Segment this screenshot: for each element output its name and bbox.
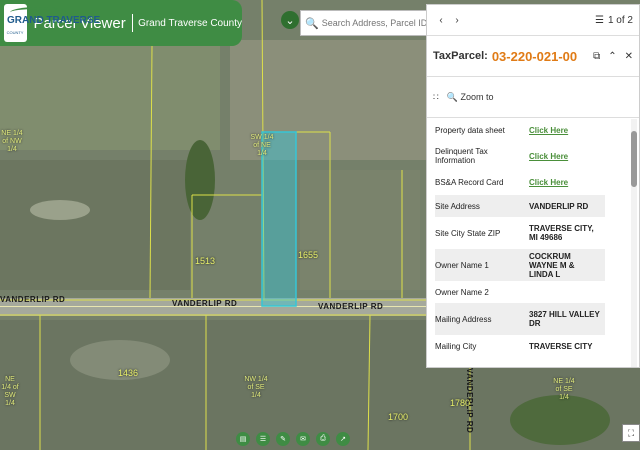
property-data-link[interactable]: Click Here [529, 126, 568, 135]
popup-panel: ‹ › ☰ 1 of 2 TaxParcel: 03-220-021-00 ⧉ … [426, 4, 640, 368]
attribute-row: Site City State ZIP TRAVERSE CITY, MI 49… [427, 217, 635, 249]
popup-content[interactable]: Property data sheet Click Here Delinquen… [427, 117, 635, 367]
popup-title-label: TaxParcel: [433, 50, 488, 62]
email-icon[interactable]: ✉ [296, 432, 310, 446]
attribute-row: Site Address VANDERLIP RD [427, 195, 635, 217]
attribute-key: Property data sheet [435, 125, 505, 135]
quarter-section-label: NE 1/4 of SW 1/4 [1, 376, 19, 407]
search-box: 🔍 [300, 10, 430, 36]
feature-pager: 1 of 2 [607, 14, 633, 26]
address-label: 1780 [450, 398, 471, 408]
address-label: 1700 [388, 412, 409, 422]
attribute-row: Property data sheet Click Here [427, 117, 635, 143]
road-label: VANDERLIP RD [0, 295, 66, 304]
attribute-row: Mailing Address 3827 HILL VALLEY DR [427, 303, 635, 335]
road-label: VANDERLIP RD [172, 299, 238, 308]
popup-actions: ∷ 🔍 Zoom to [427, 77, 639, 118]
list-icon[interactable]: ☰ [595, 15, 604, 26]
attribute-row: Owner Name 1 COCKRUM WAYNE M & LINDA L [427, 249, 635, 281]
attribute-key: Owner Name 1 [435, 249, 525, 281]
layers-icon[interactable]: ▤ [236, 432, 250, 446]
attribute-value: COCKRUM WAYNE M & LINDA L [525, 249, 605, 281]
share-icon[interactable]: ↗ [336, 432, 350, 446]
attribute-row: Delinquent Tax Information Click Here [427, 143, 635, 169]
search-expand-button[interactable]: ⌄ [281, 11, 299, 29]
county-name: Grand Traverse County [138, 17, 242, 29]
attribute-value: TRAVERSE CITY, MI 49686 [529, 224, 594, 242]
legend-icon[interactable]: ☰ [256, 432, 270, 446]
attribute-value: TRAVERSE CITY [529, 341, 593, 351]
quarter-section-label: SW 1/4 of NE 1/4 [250, 134, 274, 157]
options-icon[interactable]: ∷ [433, 92, 439, 103]
attribute-key: Site City State ZIP [435, 228, 501, 238]
chevron-down-icon: ⌄ [285, 14, 295, 27]
attribute-key: BS&A Record Card [435, 177, 504, 187]
search-icon[interactable]: 🔍 [305, 17, 319, 30]
quarter-section-label: NE 1/4 of SE 1/4 [553, 378, 575, 401]
delinquent-tax-link[interactable]: Click Here [529, 152, 568, 161]
selected-parcel[interactable] [261, 131, 297, 307]
attribute-key: Owner Name 2 [435, 287, 489, 297]
fullscreen-button[interactable]: ⛶ [622, 424, 640, 442]
fullscreen-icon: ⛶ [627, 427, 635, 438]
parcel-id: 03-220-021-00 [491, 48, 578, 64]
attribute-key: Mailing Address [435, 303, 525, 335]
attribute-value: Click Here [525, 117, 605, 143]
county-logo: GRAND TRAVERSE COUNTY [4, 4, 100, 42]
close-icon[interactable]: ✕ [625, 51, 633, 62]
address-label: 1655 [298, 250, 319, 260]
attribute-value: 3827 HILL VALLEY DR [525, 303, 605, 335]
app-header: GRAND TRAVERSE COUNTY Parcel Viewer Gran… [0, 0, 242, 46]
collapse-icon[interactable]: ⌃ [608, 51, 616, 62]
address-label: 1513 [195, 256, 216, 266]
attribute-row: Owner Name 2 [427, 281, 635, 303]
attribute-key: Mailing City [435, 341, 477, 351]
bottom-toolbar: ▤ ☰ ✎ ✉ ⎙ ↗ [236, 432, 350, 446]
attribute-key: Delinquent Tax Information [435, 147, 488, 165]
next-feature-button[interactable]: › [449, 15, 465, 26]
attribute-row: Mailing City TRAVERSE CITY [427, 335, 635, 357]
popup-nav-bar: ‹ › ☰ 1 of 2 [427, 5, 639, 36]
attribute-value: VANDERLIP RD [525, 195, 605, 217]
attribute-value: Click Here [525, 169, 605, 195]
previous-feature-button[interactable]: ‹ [433, 15, 449, 26]
attribute-key: Site Address [435, 195, 525, 217]
attribute-value [525, 281, 605, 303]
zoom-to-button[interactable]: 🔍 Zoom to [447, 92, 494, 103]
zoom-to-label: Zoom to [460, 91, 494, 102]
popup-title-row: TaxParcel: 03-220-021-00 ⧉ ⌃ ✕ [427, 36, 639, 77]
attribute-row: BS&A Record Card Click Here [427, 169, 635, 195]
quarter-section-label: NW 1/4 of SE 1/4 [244, 376, 268, 399]
dock-icon[interactable]: ⧉ [593, 51, 600, 62]
search-input[interactable] [318, 17, 429, 29]
record-card-link[interactable]: Click Here [529, 178, 568, 187]
road-label: VANDERLIP RD [318, 302, 384, 311]
address-label: 1436 [118, 368, 139, 378]
attribute-value: Click Here [525, 143, 605, 169]
print-icon[interactable]: ⎙ [316, 432, 330, 446]
scrollbar-thumb[interactable] [631, 131, 637, 187]
measure-icon[interactable]: ✎ [276, 432, 290, 446]
quarter-section-label: NE 1/4 of NW 1/4 [1, 130, 23, 153]
